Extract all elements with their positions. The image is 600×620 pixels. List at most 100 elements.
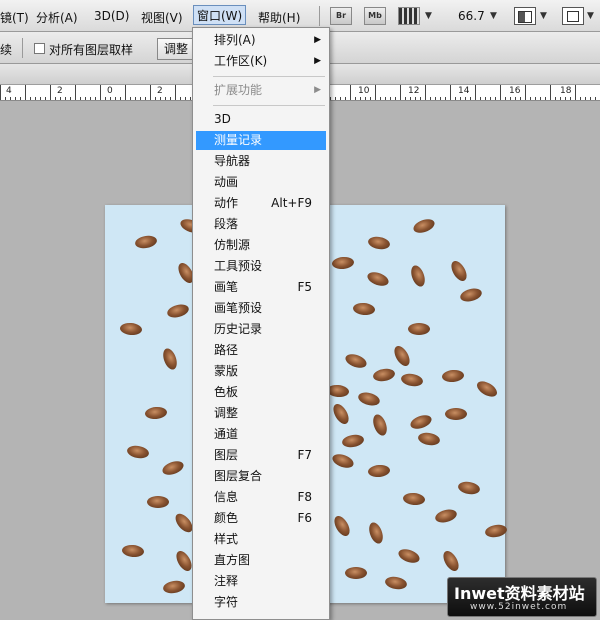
seed	[165, 302, 191, 320]
seed	[121, 544, 145, 558]
menu-item-character[interactable]: 字符	[196, 593, 326, 612]
menu-item-label: 字符	[214, 595, 239, 609]
seed	[433, 507, 459, 525]
seed	[160, 346, 180, 372]
seed	[343, 351, 369, 371]
seed	[474, 378, 500, 400]
options-separator	[22, 38, 23, 58]
seed	[396, 546, 422, 566]
menu-item-shortcut: F6	[297, 511, 312, 525]
menu-item-label: 工作区(K)	[214, 54, 268, 68]
menu-filter[interactable]: 镜(T)	[0, 9, 29, 26]
chevron-down-icon[interactable]: ▼	[587, 11, 594, 21]
screen-mode-icon[interactable]	[562, 7, 584, 25]
bridge-button[interactable]: Br	[330, 7, 352, 25]
menu-item-label: 3D	[214, 112, 231, 126]
seed	[144, 406, 168, 420]
menu-item-adjustments[interactable]: 调整	[196, 404, 326, 423]
seed	[352, 302, 376, 316]
seed	[330, 451, 356, 471]
zoom-level[interactable]: 66.7	[458, 9, 485, 23]
menu-item-shortcut: Alt+F9	[271, 196, 312, 210]
sample-all-layers-label: 对所有图层取样	[49, 43, 134, 57]
menu-item-channels[interactable]: 通道	[196, 425, 326, 444]
menu-item-brush[interactable]: 画笔 F5	[196, 278, 326, 297]
seed	[341, 433, 365, 449]
sample-all-layers-checkbox[interactable]	[34, 43, 45, 54]
seed	[331, 513, 353, 539]
menu-item-swatches[interactable]: 色板	[196, 383, 326, 402]
seed	[160, 458, 186, 478]
mini-bridge-button[interactable]: Mb	[364, 7, 386, 25]
options-text-partial: 续	[0, 43, 13, 57]
menu-item-tool-presets[interactable]: 工具预设	[196, 257, 326, 276]
seed	[367, 235, 391, 251]
menu-view[interactable]: 视图(V)	[141, 9, 183, 26]
menu-analysis[interactable]: 分析(A)	[36, 9, 78, 26]
menu-item-styles[interactable]: 样式	[196, 530, 326, 549]
arrange-documents-icon[interactable]	[514, 7, 536, 25]
menu-item-navigator[interactable]: 导航器	[196, 152, 326, 171]
menu-item-label: 段落	[214, 217, 239, 231]
menu-item-brush-presets[interactable]: 画笔预设	[196, 299, 326, 318]
menu-item-3d[interactable]: 3D	[196, 110, 326, 129]
menu-item-history[interactable]: 历史记录	[196, 320, 326, 339]
menu-item-label: 通道	[214, 427, 239, 441]
menu-item-paragraph[interactable]: 段落	[196, 215, 326, 234]
seed	[457, 480, 481, 496]
menu-item-label: 样式	[214, 532, 239, 546]
seed	[331, 256, 355, 270]
menu-item-layers[interactable]: 图层 F7	[196, 446, 326, 465]
window-menu-dropdown: 排列(A) ▶ 工作区(K) ▶ 扩展功能 ▶ 3D 测量记录 导航器 动画 动作 Al…	[192, 27, 330, 620]
menu-item-label: 仿制源	[214, 238, 251, 252]
menu-item-measurement-log[interactable]: 测量记录	[196, 131, 326, 150]
chevron-down-icon[interactable]: ▼	[490, 11, 497, 21]
menu-item-animation[interactable]: 动画	[196, 173, 326, 192]
menu-item-extensions: 扩展功能 ▶	[196, 81, 326, 100]
watermark-logo: Inwet资料素材站 www.52inwet.com	[447, 577, 597, 617]
chevron-down-icon[interactable]: ▼	[540, 11, 547, 21]
watermark-title: Inwet资料素材站	[454, 584, 585, 603]
seed	[448, 258, 470, 284]
menu-item-label: 画笔预设	[214, 301, 263, 315]
menu-item-clone-source[interactable]: 仿制源	[196, 236, 326, 255]
menu-item-label: 动画	[214, 175, 239, 189]
adjust-button[interactable]: 调整	[157, 38, 197, 60]
menu-item-color[interactable]: 颜色 F6	[196, 509, 326, 528]
menu-item-label: 工具预设	[214, 259, 263, 273]
ruler-label: 2	[157, 86, 163, 96]
menu-item-masks[interactable]: 蒙版	[196, 362, 326, 381]
menu-item-label: 蒙版	[214, 364, 239, 378]
menu-item-label: 路径	[214, 343, 239, 357]
menu-separator	[213, 76, 325, 77]
menu-item-workspace[interactable]: 工作区(K) ▶	[196, 52, 326, 71]
menu-3d[interactable]: 3D(D)	[94, 9, 129, 23]
seed	[441, 369, 465, 383]
seed	[119, 322, 143, 336]
menu-item-layer-comps[interactable]: 图层复合	[196, 467, 326, 486]
menu-item-arrange[interactable]: 排列(A) ▶	[196, 31, 326, 50]
seed	[445, 408, 467, 420]
menu-item-info[interactable]: 信息 F8	[196, 488, 326, 507]
seed	[411, 216, 437, 236]
film-strip-icon[interactable]	[398, 7, 420, 25]
seed	[458, 286, 484, 304]
menu-item-histogram[interactable]: 直方图	[196, 551, 326, 570]
menu-window[interactable]: 窗口(W)	[193, 5, 247, 25]
chevron-down-icon[interactable]: ▼	[425, 11, 432, 21]
menu-help[interactable]: 帮助(H)	[258, 9, 300, 26]
menu-item-label: 导航器	[214, 154, 251, 168]
menu-item-label: 调整	[214, 406, 239, 420]
submenu-arrow-icon: ▶	[314, 35, 321, 45]
menu-item-label: 直方图	[214, 553, 251, 567]
seed	[440, 548, 462, 574]
ruler-label: 4	[6, 86, 12, 96]
menu-item-label: 注释	[214, 574, 239, 588]
menu-item-shortcut: F7	[297, 448, 312, 462]
ruler-label: 2	[57, 86, 63, 96]
menu-item-paths[interactable]: 路径	[196, 341, 326, 360]
seed	[391, 343, 413, 369]
menu-item-label: 颜色	[214, 511, 239, 525]
menu-item-actions[interactable]: 动作 Alt+F9	[196, 194, 326, 213]
menu-item-notes[interactable]: 注释	[196, 572, 326, 591]
